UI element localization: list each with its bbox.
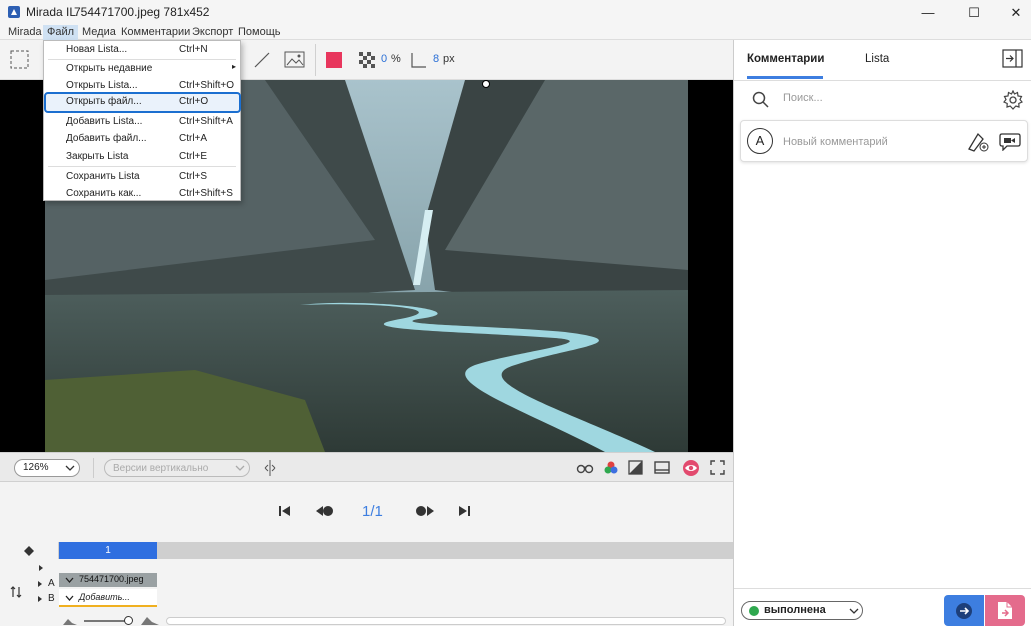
- status-value: выполнена: [764, 604, 826, 616]
- frame-icon[interactable]: [654, 460, 670, 476]
- image-tool-icon[interactable]: [284, 50, 306, 70]
- app-logo-icon: [8, 6, 20, 18]
- line-width-value[interactable]: 8: [433, 53, 439, 65]
- add-clip-slot[interactable]: Добавить...: [59, 589, 157, 607]
- arrow-right-circle-icon: [956, 603, 972, 619]
- menu-save-lista[interactable]: Сохранить Lista Ctrl+S: [44, 168, 240, 186]
- user-avatar: A: [747, 128, 773, 154]
- menu-bar: Mirada Файл Медиа Комментарии Экспорт По…: [0, 25, 1031, 40]
- line-tool-icon[interactable]: [253, 51, 271, 69]
- document-export-icon: [998, 602, 1012, 619]
- chevron-down-icon: [65, 577, 74, 583]
- new-comment-box[interactable]: A Новый комментарий: [740, 120, 1028, 162]
- menu-mirada[interactable]: Mirada: [4, 25, 46, 40]
- split-view-icon[interactable]: [263, 459, 277, 477]
- versions-placeholder: Версии вертикально: [113, 463, 209, 474]
- video-comment-icon[interactable]: [999, 131, 1021, 151]
- frame-counter: 1/1: [362, 503, 383, 520]
- expand-arrow-icon[interactable]: [37, 595, 43, 603]
- zoom-in-mountain-icon[interactable]: [140, 616, 160, 626]
- file-menu-dropdown: Новая Lista... Ctrl+N Открыть недавние ▸ О…: [43, 40, 241, 201]
- draw-annotation-icon[interactable]: [966, 131, 990, 153]
- selection-tool-icon[interactable]: [10, 50, 30, 70]
- timeline-ruler[interactable]: [58, 542, 733, 559]
- toolbar-divider: [315, 44, 316, 76]
- keyframe-diamond-icon[interactable]: [24, 546, 34, 556]
- settings-gear-icon[interactable]: [1003, 90, 1023, 110]
- color-channels-icon[interactable]: [602, 460, 620, 476]
- timeline-clip[interactable]: 754471700.jpeg: [59, 573, 157, 587]
- submenu-arrow-icon: ▸: [232, 62, 237, 71]
- player-controls: 1/1: [0, 482, 733, 540]
- title-bar: Mirada IL 754471700.jpeg 781x452 — ☐ ✕: [0, 0, 1031, 25]
- last-frame-icon[interactable]: [457, 504, 471, 518]
- swap-tracks-icon[interactable]: [10, 585, 22, 599]
- new-comment-input[interactable]: Новый комментарий: [783, 136, 888, 148]
- close-button[interactable]: ✕: [993, 0, 1031, 25]
- first-frame-icon[interactable]: [278, 504, 292, 518]
- menu-add-lista[interactable]: Добавить Lista... Ctrl+Shift+A: [44, 113, 240, 131]
- app-name: Mirada IL: [26, 5, 77, 19]
- window-title: 754471700.jpeg 781x452: [74, 5, 210, 19]
- menu-export[interactable]: Экспорт: [188, 25, 237, 40]
- color-swatch[interactable]: [326, 52, 342, 68]
- menu-file[interactable]: Файл: [43, 25, 79, 40]
- timeline-frame-marker[interactable]: 1: [59, 542, 157, 559]
- previous-frame-icon[interactable]: [315, 504, 335, 518]
- expand-arrow-icon[interactable]: [38, 564, 44, 572]
- menu-open-file[interactable]: Открыть файл... Ctrl+O: [44, 92, 241, 113]
- menu-new-lista[interactable]: Новая Lista... Ctrl+N: [44, 41, 240, 59]
- view-controls-bar: 126% Версии вертикально: [0, 452, 733, 482]
- tab-active-indicator: [747, 76, 823, 79]
- search-input[interactable]: Поиск...: [783, 92, 823, 104]
- track-a-label: A: [48, 578, 55, 589]
- zoom-select[interactable]: 126%: [14, 459, 80, 477]
- track-b-label: B: [48, 593, 55, 604]
- menu-media[interactable]: Медиа: [78, 25, 120, 40]
- opacity-value[interactable]: 0: [381, 53, 387, 65]
- annotation-handle-icon[interactable]: [481, 80, 491, 89]
- export-document-button[interactable]: [985, 595, 1025, 626]
- tab-lista[interactable]: Lista: [865, 53, 889, 65]
- opacity-icon[interactable]: [358, 51, 376, 69]
- chevron-down-icon: [65, 465, 75, 471]
- line-width-unit: px: [443, 53, 455, 65]
- menu-close-lista[interactable]: Закрыть Lista Ctrl+E: [44, 148, 240, 166]
- visibility-icon[interactable]: [682, 459, 700, 477]
- versions-select[interactable]: Версии вертикально: [104, 459, 250, 477]
- menu-save-as[interactable]: Сохранить как... Ctrl+Shift+S: [44, 185, 240, 203]
- timeline-scrollbar[interactable]: [166, 617, 726, 625]
- menu-help[interactable]: Помощь: [234, 25, 285, 40]
- timeline-zoom-handle[interactable]: [124, 616, 133, 625]
- comments-panel: Комментарии Lista Поиск... A Новый комме…: [733, 40, 1031, 626]
- menu-open-recent[interactable]: Открыть недавние ▸: [44, 60, 240, 78]
- chevron-down-icon: [65, 595, 74, 601]
- send-button[interactable]: [944, 595, 984, 626]
- line-width-icon[interactable]: [410, 51, 428, 69]
- minimize-button[interactable]: —: [905, 0, 951, 25]
- menu-comments[interactable]: Комментарии: [117, 25, 194, 40]
- timeline-panel: 1 A 754471700.jpeg B Добавить...: [0, 540, 733, 626]
- chevron-down-icon: [235, 465, 245, 471]
- expand-arrow-icon[interactable]: [37, 580, 43, 588]
- collapse-panel-icon[interactable]: [1002, 49, 1024, 69]
- tab-comments[interactable]: Комментарии: [747, 53, 824, 65]
- exposure-icon[interactable]: [628, 460, 644, 476]
- zoom-value: 126%: [23, 462, 49, 473]
- status-select[interactable]: выполнена: [741, 601, 863, 620]
- compare-icon[interactable]: [576, 460, 594, 476]
- zoom-out-mountain-icon[interactable]: [62, 616, 78, 626]
- menu-add-file[interactable]: Добавить файл... Ctrl+A: [44, 130, 240, 148]
- next-frame-icon[interactable]: [415, 504, 435, 518]
- opacity-unit: %: [391, 53, 401, 65]
- clip-name: 754471700.jpeg: [79, 574, 144, 584]
- add-clip-label: Добавить...: [79, 592, 130, 602]
- status-dot: [749, 606, 759, 616]
- maximize-button[interactable]: ☐: [951, 0, 997, 25]
- fullscreen-icon[interactable]: [710, 460, 725, 475]
- chevron-down-icon: [849, 608, 859, 614]
- search-icon[interactable]: [752, 91, 770, 109]
